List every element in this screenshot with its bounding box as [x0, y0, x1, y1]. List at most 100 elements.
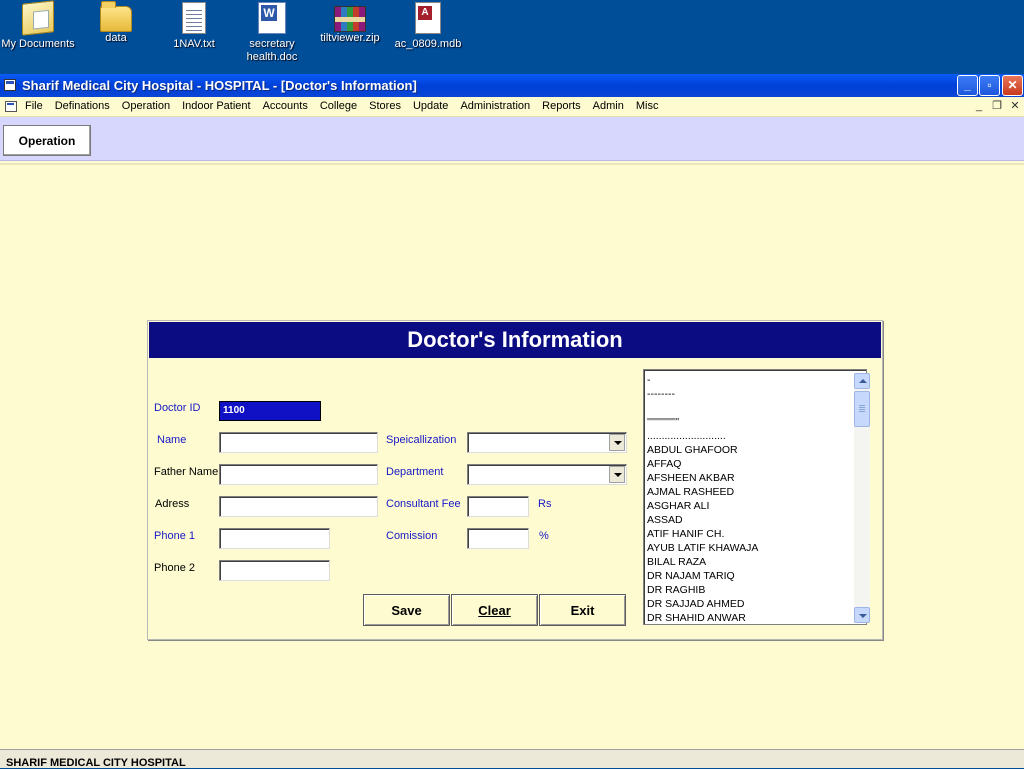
menu-stores[interactable]: Stores [369, 100, 401, 112]
doctor-information-form: Doctor's Information Doctor ID 1100 Name… [147, 320, 883, 640]
minimize-button[interactable]: _ [957, 75, 978, 96]
window-title: Sharif Medical City Hospital - HOSPITAL … [22, 78, 417, 93]
list-item[interactable]: DR SHAHID ANWAR [647, 611, 847, 624]
desktop-icon-tiltviewer-zip[interactable]: tiltviewer.zip [310, 2, 390, 45]
title-bar[interactable]: Sharif Medical City Hospital - HOSPITAL … [0, 74, 1024, 97]
desktop-icon-1nav-txt[interactable]: 1NAV.txt [154, 2, 234, 51]
list-item[interactable]: ASGHAR ALI [647, 499, 847, 513]
my-documents-icon [22, 0, 54, 36]
doctor-id-field[interactable]: 1100 [219, 401, 321, 421]
phone-1-field[interactable] [219, 528, 330, 549]
mdi-client-area: Doctor's Information Doctor ID 1100 Name… [0, 163, 1024, 749]
close-button[interactable]: ✕ [1002, 75, 1023, 96]
name-field[interactable] [219, 432, 378, 453]
access-database-icon [415, 2, 441, 34]
desktop-icon-secretary-health-doc[interactable]: secretary health.doc [232, 2, 312, 64]
phone-1-label: Phone 1 [154, 530, 195, 542]
mdi-close-button[interactable]: ✕ [1008, 99, 1022, 113]
doctor-id-label: Doctor ID [154, 402, 201, 414]
menu-reports[interactable]: Reports [542, 100, 581, 112]
desktop-icon-label: tiltviewer.zip [320, 32, 380, 44]
scroll-down-icon[interactable] [854, 607, 870, 623]
name-label: Name [157, 434, 187, 446]
text-file-icon [182, 2, 206, 34]
desktop-icon-label: My Documents [1, 38, 75, 50]
list-item[interactable]: -------- [647, 387, 847, 401]
menu-college[interactable]: College [320, 100, 357, 112]
status-text: SHARIF MEDICAL CITY HOSPITAL [6, 757, 186, 769]
department-dropdown[interactable] [467, 464, 627, 485]
address-label: Adress [155, 498, 190, 510]
list-item[interactable]: AFSHEEN AKBAR [647, 471, 847, 485]
chevron-down-icon[interactable] [609, 466, 625, 483]
doctor-list[interactable]: - -------- '''''''''''''''' ............… [643, 369, 867, 625]
list-item[interactable]: DR NAJAM TARIQ [647, 569, 847, 583]
desktop-icon-label: 1NAV.txt [173, 38, 215, 50]
mdi-minimize-button[interactable]: _ [972, 99, 986, 113]
father-name-label: Father Name [154, 466, 219, 478]
operation-button[interactable]: Operation [3, 125, 91, 156]
app-icon[interactable] [4, 79, 16, 91]
list-item[interactable]: '''''''''''''''' [647, 415, 847, 429]
zip-archive-icon [334, 6, 366, 32]
doctor-list-scrollbar[interactable] [854, 373, 870, 623]
menu-accounts[interactable]: Accounts [263, 100, 308, 112]
desktop-icon-label: secretary health.doc [246, 38, 298, 63]
list-item[interactable]: ASSAD [647, 513, 847, 527]
desktop-icon-my-documents[interactable]: My Documents [0, 0, 78, 51]
list-item[interactable]: DR RAGHIB [647, 583, 847, 597]
menu-items: File Definations Operation Indoor Patien… [25, 100, 670, 112]
department-label: Department [386, 466, 444, 478]
address-field[interactable] [219, 496, 378, 517]
consultant-fee-field[interactable] [467, 496, 529, 517]
mdi-restore-button[interactable]: ❐ [990, 99, 1004, 113]
list-item[interactable]: AFFAQ [647, 457, 847, 471]
status-bar: SHARIF MEDICAL CITY HOSPITAL [0, 749, 1024, 769]
folder-icon [100, 1, 132, 32]
list-item[interactable]: DR SAJJAD AHMED [647, 597, 847, 611]
phone-2-label: Phone 2 [154, 562, 195, 574]
menu-indoor-patient[interactable]: Indoor Patient [182, 100, 251, 112]
chevron-down-icon[interactable] [609, 434, 625, 451]
commission-field[interactable] [467, 528, 529, 549]
menu-bar: File Definations Operation Indoor Patien… [0, 97, 1024, 117]
menu-operation[interactable]: Operation [122, 100, 170, 112]
list-item[interactable]: BILAL RAZA [647, 555, 847, 569]
form-title: Doctor's Information [149, 322, 881, 358]
toolbar: Operation [0, 117, 1024, 161]
menu-misc[interactable]: Misc [636, 100, 659, 112]
menu-update[interactable]: Update [413, 100, 448, 112]
fee-unit-label: Rs [538, 498, 552, 510]
list-item[interactable]: - [647, 373, 847, 387]
desktop-icon-data[interactable]: data [76, 1, 156, 45]
menu-file[interactable]: File [25, 100, 43, 112]
menu-definations[interactable]: Definations [55, 100, 110, 112]
word-document-icon [258, 2, 286, 34]
scroll-thumb[interactable] [854, 391, 870, 427]
list-item[interactable]: ........................... [647, 429, 847, 443]
desktop-icon-ac-0809-mdb[interactable]: ac_0809.mdb [388, 2, 468, 51]
maximize-button[interactable]: ▫ [979, 75, 1000, 96]
list-item[interactable]: ABDUL GHAFOOR [647, 443, 847, 457]
save-button[interactable]: Save [363, 594, 450, 626]
phone-2-field[interactable] [219, 560, 330, 581]
father-name-field[interactable] [219, 464, 378, 485]
list-item[interactable]: ATIF HANIF CH. [647, 527, 847, 541]
menu-administration[interactable]: Administration [460, 100, 530, 112]
app-window: Sharif Medical City Hospital - HOSPITAL … [0, 74, 1024, 769]
desktop: My Documents data 1NAV.txt secretary hea… [0, 0, 1024, 74]
commission-label: Comission [386, 530, 438, 542]
list-item[interactable]: AJMAL RASHEED [647, 485, 847, 499]
list-item[interactable]: AYUB LATIF KHAWAJA [647, 541, 847, 555]
commission-unit-label: % [539, 530, 549, 542]
desktop-icon-label: data [105, 32, 127, 44]
list-item[interactable] [647, 401, 847, 415]
exit-button[interactable]: Exit [539, 594, 626, 626]
doctor-list-items: - -------- '''''''''''''''' ............… [647, 373, 847, 624]
clear-button[interactable]: Clear [451, 594, 538, 626]
menu-admin[interactable]: Admin [593, 100, 624, 112]
document-icon[interactable] [5, 101, 17, 112]
specialization-dropdown[interactable] [467, 432, 627, 453]
scroll-up-icon[interactable] [854, 373, 870, 389]
consultant-fee-label: Consultant Fee [386, 498, 461, 510]
